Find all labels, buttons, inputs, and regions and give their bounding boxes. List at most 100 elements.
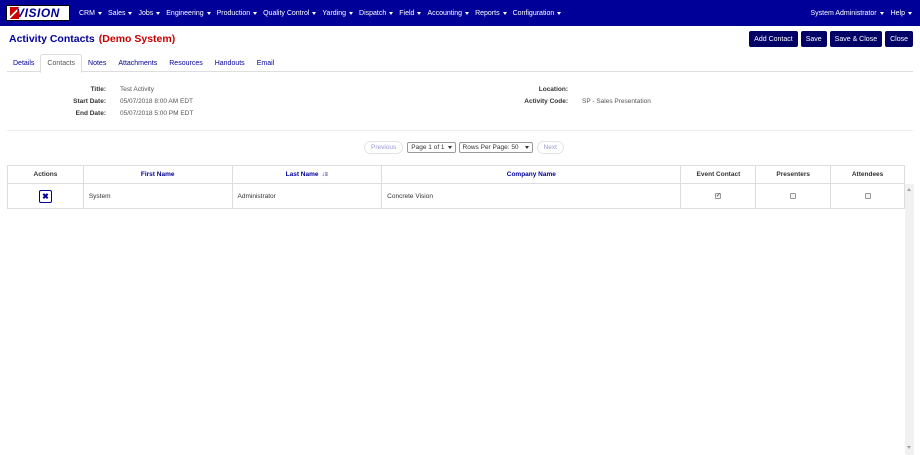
- contacts-table: Actions First Name Last Name ↓≡ Company N…: [7, 165, 905, 209]
- caret-down-icon: [447, 146, 452, 149]
- previous-button[interactable]: Previous: [364, 141, 404, 154]
- save-close-button[interactable]: Save & Close: [829, 31, 883, 47]
- user-dropdown[interactable]: System Administrator: [810, 10, 884, 17]
- tab-contacts[interactable]: Contacts: [40, 54, 83, 73]
- col-actions: Actions: [8, 166, 84, 183]
- nav-item-field[interactable]: Field: [399, 10, 422, 17]
- activity-code-field: Activity Code: SP - Sales Presentation: [512, 98, 651, 105]
- toolbar: Add Contact Save Save & Close Close: [746, 31, 913, 47]
- tab-handouts[interactable]: Handouts: [209, 54, 251, 72]
- page-title: Activity Contacts (Demo System): [9, 33, 175, 45]
- caret-down-icon: [97, 11, 102, 15]
- checkmark-icon: ✓: [715, 193, 721, 199]
- first-name-cell: System: [84, 184, 233, 208]
- title-field: Title: Test Activity: [7, 86, 154, 93]
- demo-system-label: (Demo System): [98, 33, 176, 45]
- nav-item-accounting[interactable]: Accounting: [427, 10, 470, 17]
- caret-down-icon: [465, 11, 470, 15]
- sort-alpha-icon: ↓≡: [321, 171, 329, 178]
- col-presenters: Presenters: [756, 166, 832, 183]
- logo-mark-icon: [10, 7, 19, 19]
- caret-down-icon: [389, 11, 394, 15]
- tab-notes[interactable]: Notes: [82, 54, 112, 72]
- nav-item-production[interactable]: Production: [217, 10, 258, 17]
- attendee-cell: [831, 184, 904, 208]
- end-date-field: End Date: 05/07/2018 5:00 PM EDT: [7, 110, 194, 117]
- user-menu: System Administrator Help: [803, 0, 912, 26]
- pagination: Previous Page 1 of 1 Rows Per Page: 50 N…: [364, 141, 564, 154]
- nav-item-dispatch[interactable]: Dispatch: [359, 10, 394, 17]
- location-label: Location:: [538, 86, 568, 93]
- title-value: Test Activity: [120, 86, 154, 93]
- nav-item-jobs[interactable]: Jobs: [138, 10, 161, 17]
- vision-logo[interactable]: VISION: [6, 5, 70, 21]
- caret-down-icon: [253, 11, 258, 15]
- close-button[interactable]: Close: [885, 31, 913, 47]
- caret-down-icon: [524, 146, 529, 149]
- nav-item-configuration[interactable]: Configuration: [513, 10, 562, 17]
- start-date-label: Start Date:: [73, 98, 106, 105]
- activity-code-value: SP - Sales Presentation: [582, 98, 651, 105]
- scroll-up-icon[interactable]: [907, 188, 911, 191]
- caret-down-icon: [908, 11, 912, 15]
- caret-down-icon: [312, 11, 317, 15]
- table-row: ✖ System Administrator Concrete Vision ✓: [8, 184, 904, 208]
- event-contact-cell: ✓: [681, 184, 757, 208]
- col-event-contact: Event Contact: [681, 166, 757, 183]
- nav-item-reports[interactable]: Reports: [475, 10, 507, 17]
- tab-details[interactable]: Details: [7, 54, 40, 72]
- end-date-value: 05/07/2018 5:00 PM EDT: [120, 110, 194, 117]
- last-name-cell: Administrator: [233, 184, 383, 208]
- col-attendees: Attendees: [851, 171, 884, 178]
- activity-code-label: Activity Code:: [524, 98, 568, 105]
- tab-bar: Details Contacts Notes Attachments Resou…: [7, 54, 913, 73]
- tab-attachments[interactable]: Attachments: [112, 54, 163, 72]
- caret-down-icon: [206, 11, 211, 15]
- help-dropdown[interactable]: Help: [891, 10, 912, 17]
- nav-item-quality-control[interactable]: Quality Control: [263, 10, 317, 17]
- table-header: Actions First Name Last Name ↓≡ Company N…: [8, 166, 904, 184]
- tab-email[interactable]: Email: [251, 54, 281, 72]
- caret-down-icon: [417, 11, 422, 15]
- nav-item-engineering[interactable]: Engineering: [166, 10, 211, 17]
- save-button[interactable]: Save: [800, 31, 827, 47]
- col-last-name[interactable]: Last Name ↓≡: [233, 166, 383, 183]
- main-menu: CRM Sales Jobs Engineering Production Qu…: [79, 0, 567, 26]
- page-select-value: Page 1 of 1: [411, 144, 445, 151]
- title-label: Title:: [90, 86, 106, 93]
- caret-down-icon: [128, 11, 133, 15]
- scroll-down-icon[interactable]: [907, 446, 911, 449]
- next-button[interactable]: Next: [536, 141, 564, 154]
- remove-contact-button[interactable]: ✖: [38, 189, 52, 203]
- company-name-cell: Concrete Vision: [382, 184, 682, 208]
- start-date-field: Start Date: 05/07/2018 8:00 AM EDT: [7, 98, 193, 105]
- caret-down-icon: [156, 11, 161, 15]
- nav-item-yarding[interactable]: Yarding: [322, 10, 354, 17]
- page-select[interactable]: Page 1 of 1: [407, 142, 456, 153]
- caret-down-icon: [879, 11, 884, 15]
- section-divider: [7, 130, 913, 131]
- rows-per-page-value: Rows Per Page: 50: [462, 144, 519, 151]
- location-field: Location:: [512, 86, 582, 93]
- presenter-checkbox[interactable]: [790, 193, 797, 199]
- logo-text: VISION: [16, 6, 60, 20]
- col-last-name-label: Last Name: [285, 171, 319, 178]
- rows-per-page-select[interactable]: Rows Per Page: 50: [458, 142, 533, 153]
- attendee-checkbox[interactable]: [864, 193, 871, 199]
- table-scrollbar[interactable]: [905, 184, 914, 455]
- end-date-label: End Date:: [75, 110, 106, 117]
- actions-cell: ✖: [8, 184, 84, 208]
- tab-resources[interactable]: Resources: [163, 54, 208, 72]
- col-first-name[interactable]: First Name: [84, 166, 233, 183]
- nav-item-sales[interactable]: Sales: [108, 10, 133, 17]
- caret-down-icon: [349, 11, 354, 15]
- caret-down-icon: [557, 11, 562, 15]
- page-title-text: Activity Contacts: [9, 33, 95, 45]
- event-contact-checkbox[interactable]: ✓: [715, 193, 722, 199]
- nav-item-crm[interactable]: CRM: [79, 10, 102, 17]
- add-contact-button[interactable]: Add Contact: [749, 31, 798, 47]
- col-company-name[interactable]: Company Name: [382, 166, 682, 183]
- top-navbar: VISION CRM Sales Jobs Engineering Produc…: [0, 0, 920, 26]
- presenter-cell: [756, 184, 832, 208]
- remove-icon: ✖: [42, 191, 49, 201]
